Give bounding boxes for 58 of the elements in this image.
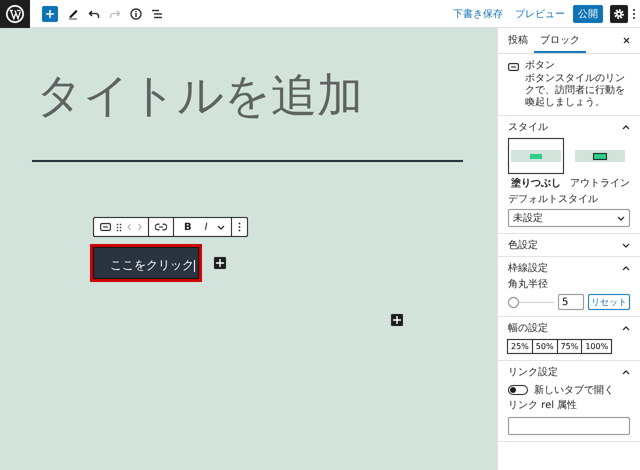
title-field[interactable]: タイトルを追加 bbox=[36, 66, 456, 124]
panel-header[interactable]: 幅の設定 bbox=[498, 317, 640, 339]
button-block-icon[interactable] bbox=[100, 223, 111, 231]
wordpress-logo[interactable] bbox=[0, 0, 30, 28]
panel-header[interactable]: 色設定 bbox=[498, 234, 640, 256]
block-description: ボタンスタイルのリンクで、訪問者に行動を喚起しましょう。 bbox=[525, 73, 626, 109]
rel-input[interactable] bbox=[508, 417, 630, 435]
settings-button[interactable] bbox=[610, 4, 628, 22]
plus-icon bbox=[216, 259, 224, 267]
chevron-up-icon[interactable] bbox=[622, 124, 630, 130]
button-block[interactable]: ここをクリック bbox=[93, 247, 199, 279]
toggle-label: 新しいタブで開く bbox=[534, 384, 614, 397]
chevron-down-icon[interactable] bbox=[216, 224, 225, 230]
info-icon[interactable] bbox=[130, 8, 142, 20]
bold-button[interactable]: B bbox=[180, 222, 196, 232]
block-name: ボタン bbox=[525, 60, 556, 72]
chevron-down-icon[interactable] bbox=[622, 242, 630, 248]
default-style-select[interactable]: 未設定 bbox=[508, 209, 630, 227]
radius-input[interactable]: 5 bbox=[558, 294, 584, 310]
panel-header[interactable]: スタイル bbox=[498, 116, 640, 138]
style-label: 塗りつぶし bbox=[511, 176, 561, 190]
reset-button[interactable]: リセット bbox=[588, 294, 630, 310]
width-option[interactable]: 50% bbox=[532, 339, 558, 354]
list-view-icon[interactable] bbox=[151, 8, 163, 20]
width-option[interactable]: 100% bbox=[581, 339, 612, 354]
field-label: 角丸半径 bbox=[508, 279, 549, 291]
chevron-up-icon[interactable] bbox=[622, 326, 630, 330]
save-draft-link[interactable]: 下書き保存 bbox=[449, 4, 507, 22]
sidebar-tab[interactable]: ブロック bbox=[534, 28, 586, 53]
plus-icon bbox=[45, 8, 55, 18]
field-label: デフォルトスタイル bbox=[508, 194, 599, 206]
pencil-icon[interactable] bbox=[67, 8, 79, 20]
button-block-icon bbox=[508, 63, 519, 71]
link-icon[interactable] bbox=[155, 223, 167, 231]
width-option[interactable]: 25% bbox=[507, 339, 533, 354]
sidebar-tab[interactable]: 投稿 bbox=[502, 28, 534, 53]
preview-link[interactable]: プレビュー bbox=[511, 4, 569, 22]
more-options-icon[interactable] bbox=[238, 222, 241, 232]
close-icon[interactable] bbox=[623, 37, 630, 44]
chevron-up-icon[interactable] bbox=[622, 370, 630, 374]
chevron-up-icon[interactable] bbox=[622, 266, 630, 270]
add-block-button[interactable] bbox=[391, 314, 403, 326]
add-block-button[interactable] bbox=[214, 257, 226, 269]
more-options-icon[interactable] bbox=[632, 8, 636, 20]
plus-icon bbox=[393, 316, 401, 324]
undo-icon[interactable] bbox=[88, 8, 100, 20]
style-label: アウトライン bbox=[570, 177, 630, 190]
drag-handle-icon[interactable] bbox=[116, 222, 122, 232]
panel-header[interactable]: リンク設定 bbox=[498, 361, 640, 383]
field-label: リンク rel 属性 bbox=[508, 400, 578, 412]
gear-icon bbox=[613, 8, 625, 20]
style-preview[interactable] bbox=[508, 138, 564, 174]
publish-button[interactable]: 公開 bbox=[573, 4, 603, 22]
panel-header[interactable]: 枠線設定 bbox=[498, 257, 640, 279]
chevron-down-icon[interactable] bbox=[617, 216, 625, 220]
italic-button[interactable]: I bbox=[200, 222, 212, 232]
width-option[interactable]: 75% bbox=[556, 339, 582, 354]
toggle-switch[interactable] bbox=[508, 385, 528, 395]
